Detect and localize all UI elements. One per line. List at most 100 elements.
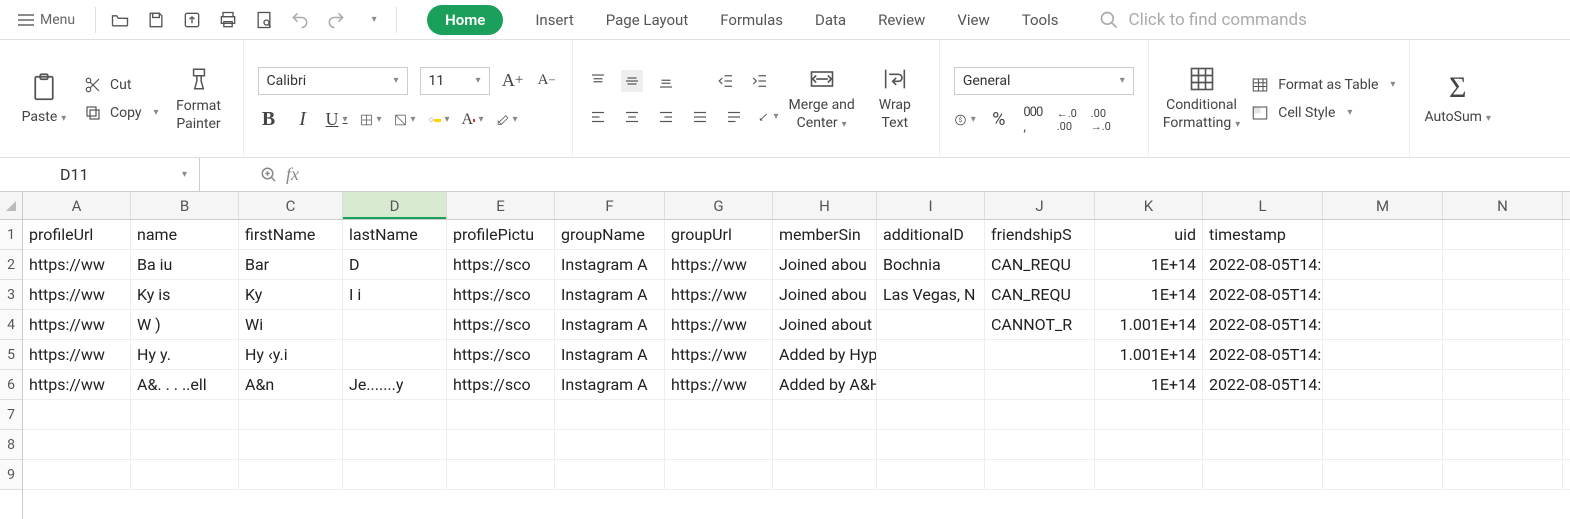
print-preview-icon[interactable]: [250, 6, 278, 34]
select-all-corner[interactable]: [0, 192, 22, 220]
cell[interactable]: [1323, 280, 1443, 309]
cell[interactable]: Hy y.: [131, 340, 239, 369]
justify-icon[interactable]: [689, 106, 711, 128]
cell[interactable]: [985, 460, 1095, 489]
decrease-font-icon[interactable]: A−: [536, 70, 558, 92]
cell[interactable]: [1443, 340, 1563, 369]
cell[interactable]: [665, 430, 773, 459]
format-painter-button[interactable]: FormatPainter: [169, 64, 229, 133]
cell[interactable]: [1323, 400, 1443, 429]
increase-decimal-icon[interactable]: ←.0.00: [1056, 109, 1078, 131]
underline-icon[interactable]: U: [326, 109, 348, 131]
cell[interactable]: [985, 370, 1095, 399]
col-header-I[interactable]: I: [877, 192, 985, 219]
copy-button[interactable]: Copy: [84, 104, 159, 122]
distribute-icon[interactable]: [723, 106, 745, 128]
cell[interactable]: [1443, 370, 1563, 399]
cell[interactable]: [23, 430, 131, 459]
cell[interactable]: [877, 340, 985, 369]
cell[interactable]: timestamp: [1203, 220, 1323, 249]
percent-icon[interactable]: %: [988, 109, 1010, 131]
cell[interactable]: [1323, 220, 1443, 249]
cell[interactable]: groupName: [555, 220, 665, 249]
col-header-A[interactable]: A: [23, 192, 131, 219]
cell[interactable]: 1E+14: [1095, 370, 1203, 399]
cell-style-quick-icon[interactable]: [394, 109, 416, 131]
row-header-4[interactable]: 4: [0, 310, 22, 340]
row-header-2[interactable]: 2: [0, 250, 22, 280]
cell[interactable]: [23, 400, 131, 429]
cell[interactable]: [343, 400, 447, 429]
col-header-D[interactable]: D: [343, 192, 447, 219]
cell[interactable]: https://sco: [447, 370, 555, 399]
align-left-icon[interactable]: [587, 106, 609, 128]
cell[interactable]: [985, 400, 1095, 429]
cell[interactable]: [239, 460, 343, 489]
cell[interactable]: [1443, 460, 1563, 489]
cell[interactable]: Instagram A: [555, 280, 665, 309]
tab-page-layout[interactable]: Page Layout: [606, 11, 689, 29]
cell[interactable]: [131, 400, 239, 429]
cell[interactable]: [1443, 430, 1563, 459]
orientation-icon[interactable]: [757, 106, 779, 128]
cell[interactable]: https://ww: [23, 280, 131, 309]
col-header-K[interactable]: K: [1095, 192, 1203, 219]
decrease-indent-icon[interactable]: [715, 70, 737, 92]
command-search[interactable]: Click to find commands: [1099, 10, 1307, 30]
align-bottom-icon[interactable]: [655, 70, 677, 92]
col-header-F[interactable]: F: [555, 192, 665, 219]
cell[interactable]: [1203, 400, 1323, 429]
cell[interactable]: memberSin: [773, 220, 877, 249]
cell[interactable]: W ): [131, 310, 239, 339]
cell[interactable]: A&n: [239, 370, 343, 399]
redo-icon[interactable]: [322, 6, 350, 34]
cell[interactable]: [1203, 430, 1323, 459]
tab-tools[interactable]: Tools: [1022, 11, 1059, 29]
col-header-B[interactable]: B: [131, 192, 239, 219]
cell[interactable]: [555, 400, 665, 429]
cell[interactable]: [555, 460, 665, 489]
font-color-icon[interactable]: A: [462, 109, 484, 131]
cell[interactable]: profileUrl: [23, 220, 131, 249]
cell[interactable]: [773, 430, 877, 459]
print-icon[interactable]: [214, 6, 242, 34]
cell[interactable]: [1095, 430, 1203, 459]
cell[interactable]: CAN_REQU: [985, 280, 1095, 309]
open-icon[interactable]: [106, 6, 134, 34]
align-top-icon[interactable]: [587, 70, 609, 92]
increase-font-icon[interactable]: A+: [502, 70, 524, 92]
cell[interactable]: [877, 400, 985, 429]
cell[interactable]: [1323, 460, 1443, 489]
cell[interactable]: profilePictu: [447, 220, 555, 249]
cell[interactable]: https://ww: [665, 370, 773, 399]
cell[interactable]: Hy ‹y.i: [239, 340, 343, 369]
format-as-table-button[interactable]: Format as Table: [1250, 76, 1395, 94]
tab-formulas[interactable]: Formulas: [720, 11, 783, 29]
tab-data[interactable]: Data: [815, 11, 846, 29]
cell[interactable]: [1323, 250, 1443, 279]
increase-indent-icon[interactable]: [749, 70, 771, 92]
cell[interactable]: [1095, 460, 1203, 489]
cell[interactable]: [131, 430, 239, 459]
cell[interactable]: Las Vegas, N: [877, 280, 985, 309]
cell-style-button[interactable]: Cell Style: [1250, 104, 1395, 122]
cell[interactable]: 2022-08-05T14:57:27.686Z: [1203, 340, 1323, 369]
cell[interactable]: [773, 460, 877, 489]
col-header-C[interactable]: C: [239, 192, 343, 219]
cell[interactable]: [877, 460, 985, 489]
cell[interactable]: uid: [1095, 220, 1203, 249]
fill-color-icon[interactable]: [428, 109, 450, 131]
cell[interactable]: [1323, 310, 1443, 339]
bold-icon[interactable]: B: [258, 109, 280, 131]
cell[interactable]: https://sco: [447, 310, 555, 339]
cell[interactable]: [985, 340, 1095, 369]
cell[interactable]: [1443, 310, 1563, 339]
cut-button[interactable]: Cut: [84, 76, 159, 94]
cell[interactable]: Bar: [239, 250, 343, 279]
row-header-6[interactable]: 6: [0, 370, 22, 400]
formula-input[interactable]: [319, 158, 1570, 191]
cell[interactable]: [665, 460, 773, 489]
name-box[interactable]: D11 ▾: [0, 158, 200, 191]
row-header-7[interactable]: 7: [0, 400, 22, 430]
cell[interactable]: Added by A&H Jewellery on July 22,: [773, 370, 877, 399]
